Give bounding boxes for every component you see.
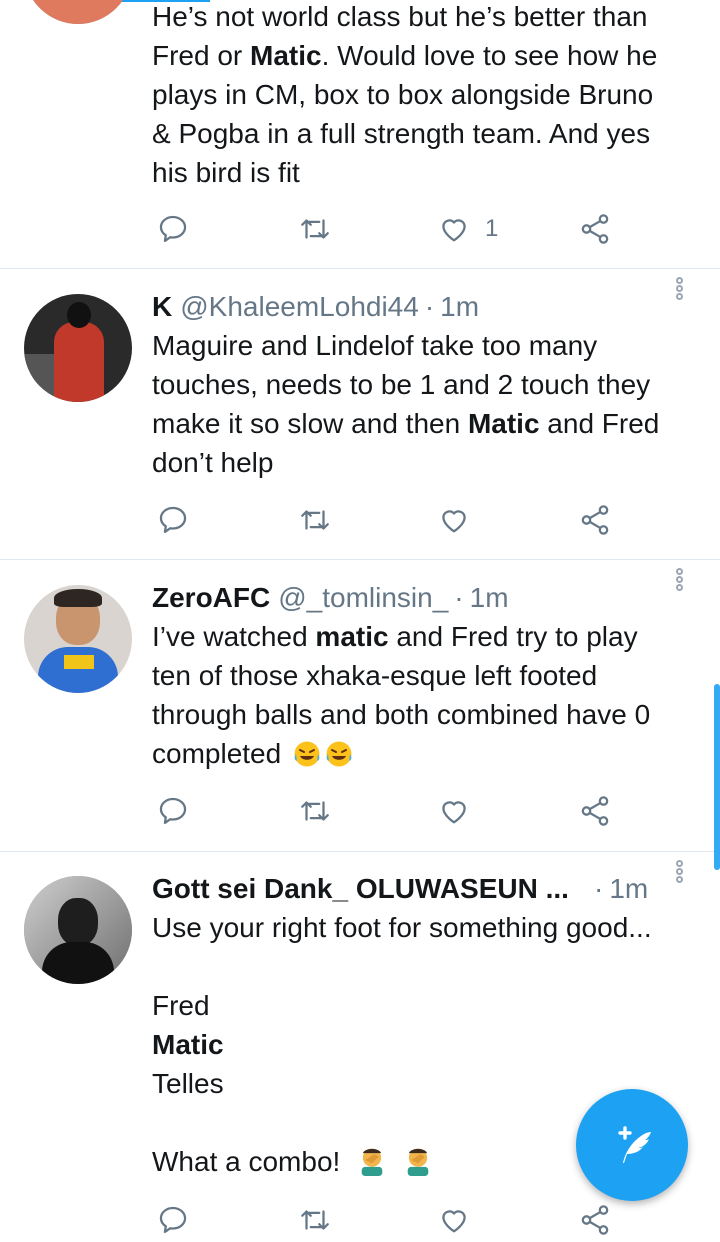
avatar[interactable]	[24, 585, 132, 693]
heart-icon	[442, 510, 466, 533]
reply-icon	[159, 1206, 187, 1234]
like-button[interactable]: 1	[437, 207, 498, 251]
retweet-button[interactable]	[298, 207, 332, 251]
like-button[interactable]	[437, 498, 471, 542]
share-icon	[581, 796, 609, 826]
heart-icon	[442, 801, 466, 824]
tweet-actions	[152, 498, 632, 542]
display-name[interactable]: K	[152, 291, 172, 323]
retweet-button[interactable]	[298, 789, 332, 833]
share-button[interactable]	[578, 1198, 612, 1242]
like-count: 1	[485, 215, 499, 242]
avatar[interactable]	[24, 294, 132, 402]
tweet-header: K @KhaleemLohdi44 · 1m	[152, 291, 480, 323]
more-options-button[interactable]	[676, 568, 686, 598]
divider	[0, 851, 720, 852]
reply-button[interactable]	[156, 207, 190, 251]
share-button[interactable]	[578, 789, 612, 833]
retweet-icon	[301, 801, 329, 821]
user-handle[interactable]: @_tomlinsin_	[278, 582, 448, 614]
share-icon	[581, 214, 609, 244]
retweet-button[interactable]	[298, 498, 332, 542]
tweet-actions	[152, 1198, 632, 1242]
tweet-text: Maguire and Lindelof take too many touch…	[152, 330, 660, 478]
retweet-icon	[301, 219, 329, 239]
more-options-button[interactable]	[676, 277, 686, 307]
share-icon	[581, 505, 609, 535]
tweet-actions	[152, 789, 632, 833]
user-handle[interactable]: @KhaleemLohdi44	[180, 291, 419, 323]
reply-button[interactable]	[156, 789, 190, 833]
share-button[interactable]	[578, 207, 612, 251]
avatar[interactable]	[24, 876, 132, 984]
face-with-tears-of-joy-icon	[326, 741, 352, 767]
retweet-icon	[301, 510, 329, 530]
display-name[interactable]: Gott sei Dank_ OLUWASEUN ...	[152, 873, 569, 905]
tweet-text: He’s not world class but he’s better tha…	[152, 1, 658, 188]
timestamp: 1m	[609, 873, 649, 904]
more-vertical-icon	[676, 568, 686, 591]
reply-button[interactable]	[156, 498, 190, 542]
like-button[interactable]	[437, 789, 471, 833]
more-vertical-icon	[676, 277, 686, 300]
tweet-text: I’ve watched matic and Fred try to play …	[152, 621, 651, 769]
tweet-header: Gott sei Dank_ OLUWASEUN ...	[152, 869, 596, 909]
divider	[0, 559, 720, 560]
tweet-actions: 1	[152, 207, 632, 251]
heart-icon	[442, 1210, 466, 1233]
face-with-tears-of-joy-icon	[294, 741, 320, 767]
share-button[interactable]	[578, 498, 612, 542]
share-icon	[581, 1205, 609, 1235]
man-facepalming-icon	[361, 1148, 383, 1176]
scrollbar[interactable]	[714, 684, 720, 870]
man-facepalming-icon	[407, 1148, 429, 1176]
reply-icon	[159, 797, 187, 825]
tweet-header: ZeroAFC @_tomlinsin_ · 1m	[152, 582, 509, 614]
reply-icon	[159, 506, 187, 534]
reply-button[interactable]	[156, 1198, 190, 1242]
display-name[interactable]: ZeroAFC	[152, 582, 270, 614]
timestamp: 1m	[469, 582, 509, 613]
retweet-button[interactable]	[298, 1198, 332, 1242]
more-options-button[interactable]	[676, 860, 686, 890]
like-button[interactable]	[437, 1198, 471, 1242]
divider	[0, 268, 720, 269]
heart-icon	[442, 219, 466, 242]
compose-tweet-icon	[618, 1126, 651, 1163]
more-vertical-icon	[676, 860, 686, 883]
timestamp: 1m	[440, 291, 480, 322]
compose-tweet-button[interactable]	[576, 1089, 688, 1201]
avatar[interactable]	[24, 0, 132, 24]
retweet-icon	[301, 1210, 329, 1230]
reply-icon	[159, 215, 187, 243]
